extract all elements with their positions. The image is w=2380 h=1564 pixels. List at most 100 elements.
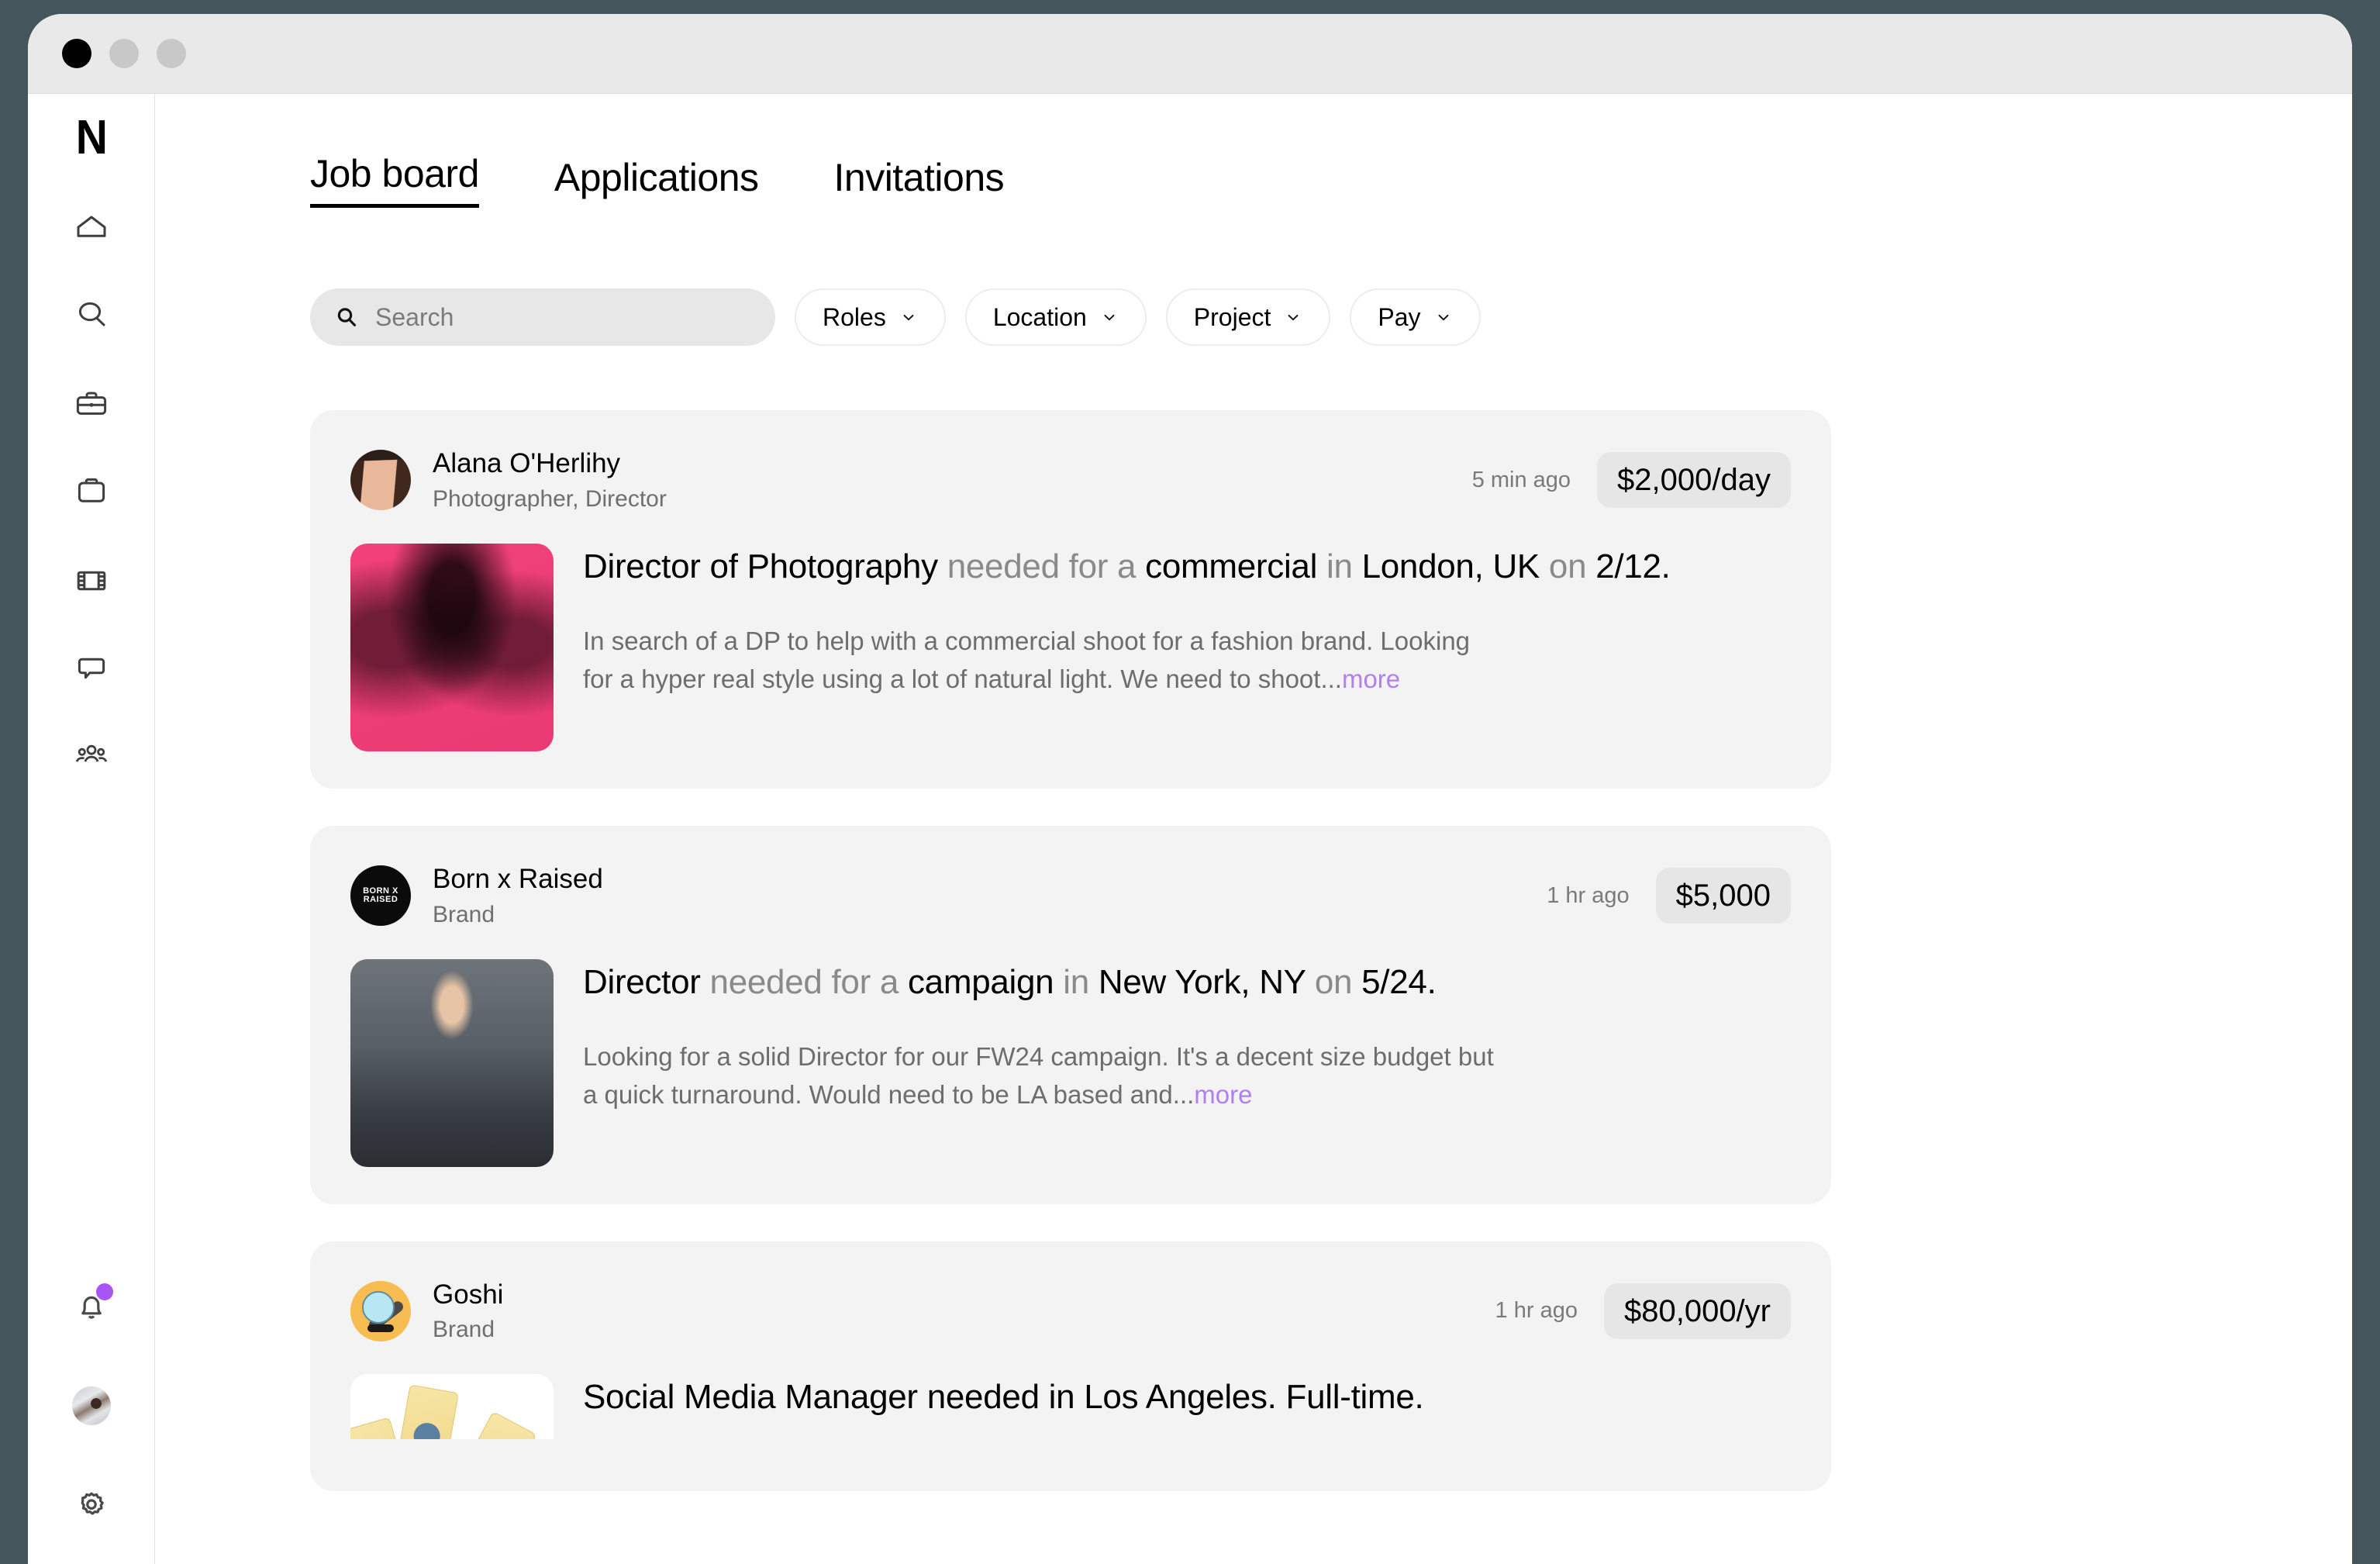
job-thumbnail[interactable]: [350, 543, 554, 751]
sidebar-item-notifications[interactable]: [62, 1277, 121, 1336]
sidebar-item-settings[interactable]: [62, 1476, 121, 1535]
poster-role: Brand: [433, 1317, 495, 1343]
briefcase-icon: [76, 392, 106, 415]
search-placeholder: Search: [375, 302, 454, 331]
window-minimize-button[interactable]: [109, 39, 139, 68]
window-maximize-button[interactable]: [157, 39, 186, 68]
poster-name: Born x Raised: [433, 863, 603, 894]
job-card[interactable]: BORN X RAISED Born x Raised Brand 1 hr a…: [310, 825, 1831, 1204]
headline-segment: commercial: [1145, 547, 1326, 585]
chevron-down-icon: [1104, 314, 1115, 321]
poster-avatar: [350, 1280, 411, 1341]
search-icon: [337, 308, 357, 326]
headline-segment: in: [1063, 962, 1099, 1001]
poster-meta: Alana O'Herlihy Photographer, Director: [433, 447, 667, 514]
headline-segment: in: [1326, 547, 1362, 585]
headline-segment: 2/12.: [1595, 547, 1671, 585]
filter-project-label: Project: [1193, 302, 1271, 331]
job-text: Director of Photography needed for a com…: [583, 544, 1791, 751]
filter-roles[interactable]: Roles: [795, 288, 946, 346]
job-card-body: Director needed for a campaign in New Yo…: [350, 958, 1791, 1167]
job-thumbnail[interactable]: [350, 958, 554, 1167]
job-description-text: Looking for a solid Director for our FW2…: [583, 1041, 1494, 1109]
job-card-body: Director of Photography needed for a com…: [350, 543, 1791, 751]
tab-job-board[interactable]: Job board: [310, 154, 479, 208]
job-card-body: Social Media Manager needed in Los Angel…: [350, 1374, 1791, 1453]
sidebar-item-projects[interactable]: [62, 461, 121, 520]
filter-location[interactable]: Location: [964, 288, 1147, 346]
poster-avatar: BORN X RAISED: [350, 865, 411, 927]
job-card-header: Alana O'Herlihy Photographer, Director 5…: [350, 447, 1791, 514]
poster-avatar: [350, 450, 411, 511]
headline-segment: Director of Photography: [583, 547, 947, 585]
more-link[interactable]: more: [1342, 665, 1400, 693]
tab-applications[interactable]: Applications: [554, 158, 759, 208]
window-titlebar: [28, 14, 2352, 94]
poster-role: Brand: [433, 901, 495, 927]
sidebar: N: [28, 94, 155, 1564]
job-card-meta: 1 hr ago $5,000: [1547, 868, 1791, 924]
headline-segment: London, UK: [1361, 547, 1549, 585]
job-text: Social Media Manager needed in Los Angel…: [583, 1374, 1791, 1453]
chevron-down-icon: [1438, 314, 1448, 321]
job-thumbnail[interactable]: [350, 1374, 554, 1440]
filter-roles-label: Roles: [823, 302, 886, 331]
headline-segment: New York, NY: [1098, 962, 1315, 1001]
notification-badge: [95, 1283, 113, 1300]
job-timestamp: 5 min ago: [1471, 467, 1571, 492]
window-close-button[interactable]: [62, 39, 91, 68]
sidebar-nav-top: [62, 198, 121, 812]
sidebar-item-messages[interactable]: [62, 638, 121, 697]
headline-segment: 5/24.: [1361, 962, 1437, 1001]
clipboard-icon: [78, 478, 105, 502]
chat-icon: [78, 658, 105, 679]
job-pay-badge: $5,000: [1655, 868, 1791, 924]
filter-project[interactable]: Project: [1165, 288, 1331, 346]
sidebar-item-community[interactable]: [62, 725, 121, 784]
more-link[interactable]: more: [1194, 1080, 1252, 1109]
goshi-pack-dot: [411, 1421, 443, 1440]
filter-pay[interactable]: Pay: [1350, 288, 1481, 346]
job-description: Looking for a solid Director for our FW2…: [583, 1038, 1498, 1114]
tab-bar: Job board Applications Invitations: [310, 154, 2352, 208]
sidebar-nav-bottom: [62, 1277, 121, 1541]
app-logo[interactable]: N: [76, 114, 108, 162]
poster-role: Photographer, Director: [433, 485, 667, 512]
filter-location-label: Location: [992, 302, 1087, 331]
chevron-down-icon: [1288, 314, 1299, 321]
poster-name: Goshi: [433, 1279, 504, 1310]
job-pay-badge: $2,000/day: [1597, 452, 1791, 509]
goshi-product-pack: [449, 1411, 537, 1440]
goshi-legs: [367, 1324, 394, 1332]
job-card[interactable]: Alana O'Herlihy Photographer, Director 5…: [310, 410, 1831, 789]
search-input[interactable]: Search: [310, 288, 775, 346]
chevron-down-icon: [903, 314, 914, 321]
poster-meta: Born x Raised Brand: [433, 862, 603, 930]
headline-segment: Director: [583, 962, 710, 1001]
sidebar-item-profile[interactable]: [62, 1376, 121, 1435]
filter-pay-label: Pay: [1378, 302, 1421, 331]
headline-segment: campaign: [907, 962, 1064, 1001]
goshi-product-pack: [394, 1384, 459, 1440]
job-pay-badge: $80,000/yr: [1603, 1283, 1791, 1339]
headline-segment: Social Media Manager needed in Los Angel…: [583, 1378, 1424, 1417]
job-card-meta: 1 hr ago $80,000/yr: [1495, 1283, 1791, 1339]
job-headline: Director needed for a campaign in New Yo…: [583, 961, 1791, 1004]
job-card-header: BORN X RAISED Born x Raised Brand 1 hr a…: [350, 862, 1791, 930]
tab-invitations[interactable]: Invitations: [834, 158, 1005, 208]
sidebar-item-reels[interactable]: [62, 551, 121, 610]
sidebar-item-jobs[interactable]: [62, 375, 121, 433]
poster-meta: Goshi Brand: [433, 1278, 503, 1345]
job-description: In search of a DP to help with a commerc…: [583, 623, 1498, 699]
job-card-meta: 5 min ago $2,000/day: [1471, 452, 1791, 509]
sidebar-item-search[interactable]: [62, 285, 121, 344]
job-card[interactable]: Goshi Brand 1 hr ago $80,000/yr Social M…: [310, 1241, 1831, 1491]
film-icon: [77, 571, 105, 591]
goshi-bubble: [362, 1290, 395, 1324]
job-card-header: Goshi Brand 1 hr ago $80,000/yr: [350, 1278, 1791, 1345]
poster-name: Alana O'Herlihy: [433, 448, 621, 478]
sidebar-item-home[interactable]: [62, 198, 121, 257]
headline-segment: needed for a: [709, 962, 908, 1001]
job-list: Alana O'Herlihy Photographer, Director 5…: [310, 410, 2352, 1491]
avatar: [71, 1386, 111, 1425]
